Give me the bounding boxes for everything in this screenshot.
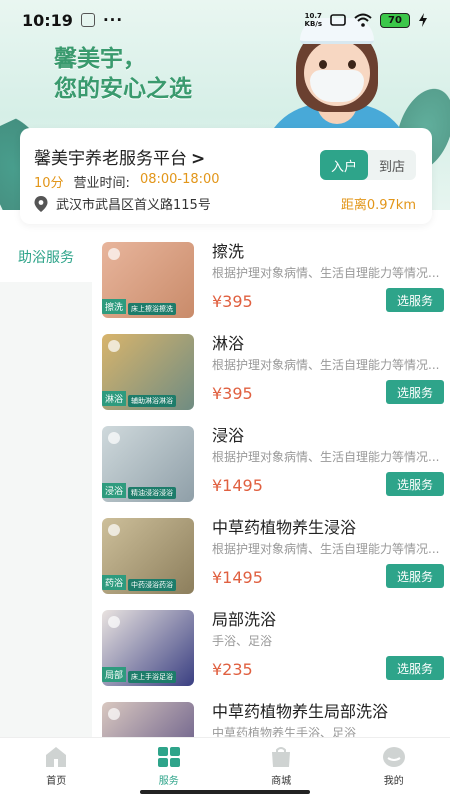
service-description: 根据护理对象病情、生活自理能力等情况... xyxy=(212,542,440,556)
store-address: 武汉市武昌区首义路115号 xyxy=(56,198,211,213)
service-price: ¥1495 xyxy=(212,476,263,495)
status-bar: 10:19 ··· 10.7 KB/s 70 xyxy=(0,0,450,40)
brand-logo-icon xyxy=(108,708,120,720)
thumbnail-tag: 浸浴 xyxy=(102,483,127,498)
service-content: 助浴服务 擦洗 床上擦浴擦洗 擦洗 根据护理对象病情、生活自理能力等情况... ¥395… xyxy=(0,232,450,737)
thumbnail-banner: 床上擦浴擦洗 xyxy=(128,303,176,315)
home-indicator xyxy=(140,790,310,794)
select-service-button[interactable]: 选服务 xyxy=(386,472,444,496)
charging-icon xyxy=(419,13,427,27)
store-distance: 距离0.97km xyxy=(340,198,416,213)
tab-profile[interactable]: 我的 xyxy=(338,738,450,800)
store-meta: 10分 营业时间: 08:00-18:00 xyxy=(34,172,220,191)
select-service-button[interactable]: 选服务 xyxy=(386,564,444,588)
service-price: ¥1495 xyxy=(212,568,263,587)
banner-slogan-line1: 馨美宇， xyxy=(54,46,146,72)
thumbnail-banner: 中药浸浴药浴 xyxy=(128,579,176,591)
banner-slogan: 馨美宇， 您的安心之选 xyxy=(54,44,192,104)
store-name: 馨美宇养老服务平台 xyxy=(34,149,187,169)
service-description: 根据护理对象病情、生活自理能力等情况... xyxy=(212,266,440,280)
notification-icon xyxy=(80,13,95,27)
service-item[interactable]: 药浴 中药浸浴药浴 中草药植物养生浸浴 根据护理对象病情、生活自理能力等情况... ¥1… xyxy=(92,508,450,600)
service-description: 根据护理对象病情、生活自理能力等情况... xyxy=(212,450,440,464)
sidebar-item-bathing-service[interactable]: 助浴服务 xyxy=(0,232,92,282)
thumbnail-tag: 擦洗 xyxy=(102,299,127,314)
service-price: ¥235 xyxy=(212,660,253,679)
wifi-icon xyxy=(354,13,372,27)
store-address-row: 武汉市武昌区首义路115号 xyxy=(34,194,211,213)
select-service-button[interactable]: 选服务 xyxy=(386,656,444,680)
select-service-button[interactable]: 选服务 xyxy=(386,288,444,312)
location-pin-icon xyxy=(34,195,48,212)
more-notifications-icon: ··· xyxy=(102,11,124,29)
thumbnail-tag: 局部 xyxy=(102,667,127,682)
service-title: 中草药植物养生局部洗浴 xyxy=(212,702,389,721)
banner-slogan-line2: 您的安心之选 xyxy=(54,76,192,102)
service-item[interactable]: 局部 床上手浴足浴 局部洗浴 手浴、足浴 ¥235 选服务 xyxy=(92,600,450,692)
brand-logo-icon xyxy=(108,616,120,628)
bag-icon xyxy=(272,747,291,767)
service-price: ¥395 xyxy=(212,292,253,311)
store-name-link[interactable]: 馨美宇养老服务平台 > xyxy=(34,144,205,169)
network-speed-unit: KB/s xyxy=(304,20,322,28)
network-speed-value: 10.7 xyxy=(304,12,322,20)
service-price: ¥395 xyxy=(212,384,253,403)
thumbnail-tag: 淋浴 xyxy=(102,391,127,406)
service-item[interactable]: 中草药植物养生局部洗浴中草药植物养生手浴、足浴 xyxy=(92,692,450,737)
select-service-button[interactable]: 选服务 xyxy=(386,380,444,404)
service-title: 局部洗浴 xyxy=(212,610,277,629)
service-thumbnail: 局部 床上手浴足浴 xyxy=(102,610,194,686)
brand-logo-icon xyxy=(108,340,120,352)
brand-logo-icon xyxy=(108,248,120,260)
service-thumbnail: 药浴 中药浸浴药浴 xyxy=(102,518,194,594)
service-thumbnail: 擦洗 床上擦浴擦洗 xyxy=(102,242,194,318)
service-list: 擦洗 床上擦浴擦洗 擦洗 根据护理对象病情、生活自理能力等情况... ¥395 选服务 淋浴… xyxy=(92,232,450,737)
tab-mall-label: 商城 xyxy=(271,776,292,787)
service-item[interactable]: 淋浴 辅助淋浴淋浴 淋浴 根据护理对象病情、生活自理能力等情况... ¥395 选服务 xyxy=(92,324,450,416)
toggle-home-service[interactable]: 入户 xyxy=(320,150,368,180)
time-estimate: 10分 xyxy=(34,176,64,191)
business-hours: 08:00-18:00 xyxy=(139,172,220,187)
service-description: 根据护理对象病情、生活自理能力等情况... xyxy=(212,358,440,372)
service-thumbnail xyxy=(102,702,194,737)
service-title: 擦洗 xyxy=(212,242,245,261)
profile-icon xyxy=(382,747,405,767)
battery-indicator: 70 xyxy=(380,12,410,28)
screen-cast-icon xyxy=(330,14,346,26)
service-item[interactable]: 浸浴 精油浸浴浸浴 浸浴 根据护理对象病情、生活自理能力等情况... ¥1495 选服务 xyxy=(92,416,450,508)
grid-icon xyxy=(157,747,180,767)
status-time: 10:19 xyxy=(22,10,73,30)
service-description: 手浴、足浴 xyxy=(212,634,273,648)
network-speed: 10.7 KB/s xyxy=(305,12,322,28)
store-info-card: 馨美宇养老服务平台 > 入户 到店 10分 营业时间: 08:00-18:00 武… xyxy=(20,128,432,224)
brand-logo-icon xyxy=(108,432,120,444)
thumbnail-tag: 药浴 xyxy=(102,575,127,590)
chevron-right-icon: > xyxy=(191,149,206,169)
thumbnail-banner: 辅助淋浴淋浴 xyxy=(128,395,176,407)
toggle-in-store[interactable]: 到店 xyxy=(368,150,416,180)
tab-service-label: 服务 xyxy=(158,776,179,787)
thumbnail-banner: 床上手浴足浴 xyxy=(128,671,176,683)
tab-home[interactable]: 首页 xyxy=(0,738,113,800)
tab-profile-label: 我的 xyxy=(383,776,404,787)
service-description: 中草药植物养生手浴、足浴 xyxy=(212,726,357,737)
service-title: 中草药植物养生浸浴 xyxy=(212,518,357,537)
service-title: 浸浴 xyxy=(212,426,245,445)
service-thumbnail: 浸浴 精油浸浴浸浴 xyxy=(102,426,194,502)
category-sidebar: 助浴服务 xyxy=(0,232,92,737)
hours-label: 营业时间: xyxy=(73,176,130,191)
service-mode-toggle: 入户 到店 xyxy=(320,150,416,180)
tab-home-label: 首页 xyxy=(46,776,67,787)
home-icon xyxy=(46,747,67,767)
service-title: 淋浴 xyxy=(212,334,245,353)
service-thumbnail: 淋浴 辅助淋浴淋浴 xyxy=(102,334,194,410)
brand-logo-icon xyxy=(108,524,120,536)
service-item[interactable]: 擦洗 床上擦浴擦洗 擦洗 根据护理对象病情、生活自理能力等情况... ¥395 选服务 xyxy=(92,232,450,324)
thumbnail-banner: 精油浸浴浸浴 xyxy=(128,487,176,499)
